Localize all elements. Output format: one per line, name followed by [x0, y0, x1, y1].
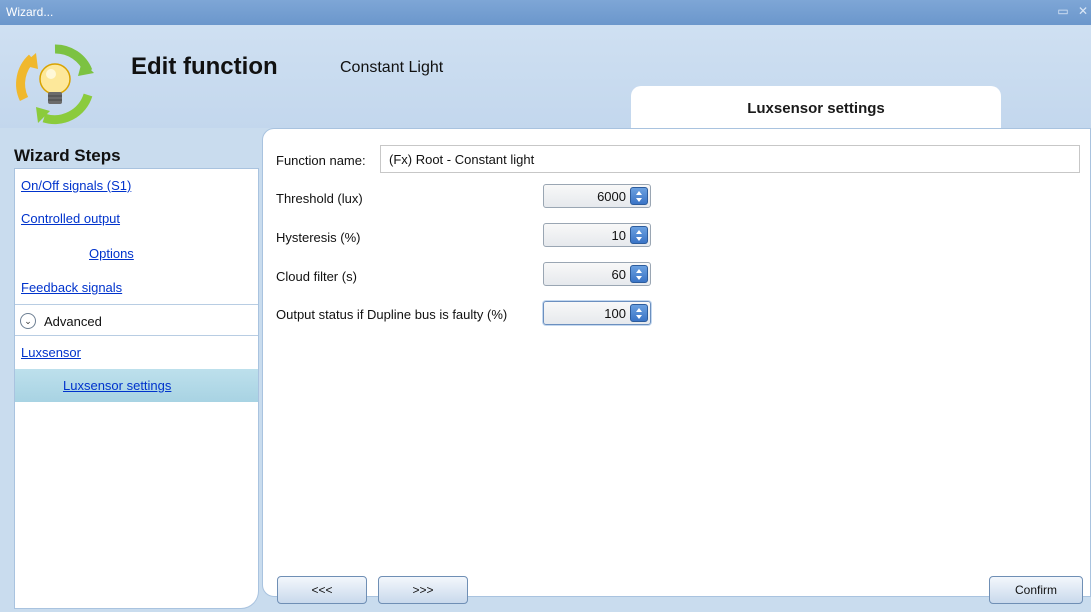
- sidebar-item-label[interactable]: Controlled output: [21, 211, 120, 226]
- spin-updown-icon[interactable]: [630, 265, 648, 283]
- page-subtitle: Constant Light: [340, 59, 444, 76]
- output-status-label: Output status if Dupline bus is faulty (…: [276, 307, 508, 322]
- sidebar-item-label[interactable]: Luxsensor: [21, 345, 81, 360]
- spin-updown-icon[interactable]: [630, 226, 648, 244]
- wizard-steps-panel: On/Off signals (S1) Controlled output Op…: [14, 168, 259, 609]
- spin-updown-icon[interactable]: [630, 304, 648, 322]
- sidebar-item-options[interactable]: Options: [15, 237, 258, 270]
- sidebar-item-label[interactable]: Feedback signals: [21, 280, 122, 295]
- sidebar-item-luxsensor[interactable]: Luxsensor: [15, 336, 258, 369]
- threshold-label: Threshold (lux): [276, 191, 363, 206]
- sidebar-item-feedback-signals[interactable]: Feedback signals: [15, 271, 258, 304]
- hysteresis-value[interactable]: 10: [612, 228, 626, 243]
- restore-icon[interactable]: ▭: [1056, 4, 1070, 18]
- advanced-section-toggle[interactable]: ⌄ Advanced: [15, 305, 258, 337]
- back-button[interactable]: <<<: [277, 576, 367, 604]
- function-name-label: Function name:: [276, 153, 366, 168]
- window-title: Wizard...: [6, 5, 54, 19]
- confirm-button[interactable]: Confirm: [989, 576, 1083, 604]
- wizard-header: Edit function Constant Light Luxsensor s…: [0, 25, 1091, 128]
- output-status-stepper[interactable]: 100: [543, 301, 651, 325]
- cloud-filter-value[interactable]: 60: [612, 267, 626, 282]
- page-title: Edit function: [131, 53, 278, 80]
- wizard-steps-title: Wizard Steps: [14, 146, 121, 165]
- sidebar-item-luxsensor-settings[interactable]: Luxsensor settings: [15, 369, 258, 402]
- hysteresis-stepper[interactable]: 10: [543, 223, 651, 247]
- window-titlebar: Wizard... ▭ ✕: [0, 0, 1091, 25]
- hysteresis-label: Hysteresis (%): [276, 230, 361, 245]
- sidebar-item-onoff-signals[interactable]: On/Off signals (S1): [15, 169, 258, 202]
- advanced-label: Advanced: [44, 314, 102, 329]
- sidebar-item-label[interactable]: Options: [89, 246, 134, 261]
- cloud-filter-stepper[interactable]: 60: [543, 262, 651, 286]
- chevron-down-icon[interactable]: ⌄: [20, 313, 36, 329]
- function-name-input[interactable]: [380, 145, 1080, 173]
- sidebar-item-label[interactable]: Luxsensor settings: [63, 378, 171, 393]
- sidebar-item-controlled-output[interactable]: Controlled output: [15, 202, 258, 235]
- threshold-value[interactable]: 6000: [597, 189, 626, 204]
- output-status-value[interactable]: 100: [604, 306, 626, 321]
- threshold-stepper[interactable]: 6000: [543, 184, 651, 208]
- sidebar-item-label[interactable]: On/Off signals (S1): [21, 178, 131, 193]
- close-icon[interactable]: ✕: [1076, 4, 1090, 18]
- lightbulb-logo-icon: [14, 43, 96, 125]
- next-button[interactable]: >>>: [378, 576, 468, 604]
- cloud-filter-label: Cloud filter (s): [276, 269, 357, 284]
- tab-luxsensor-settings[interactable]: Luxsensor settings: [631, 86, 1001, 128]
- spin-updown-icon[interactable]: [630, 187, 648, 205]
- settings-panel: Function name: Threshold (lux) 6000 Hyst…: [262, 128, 1091, 597]
